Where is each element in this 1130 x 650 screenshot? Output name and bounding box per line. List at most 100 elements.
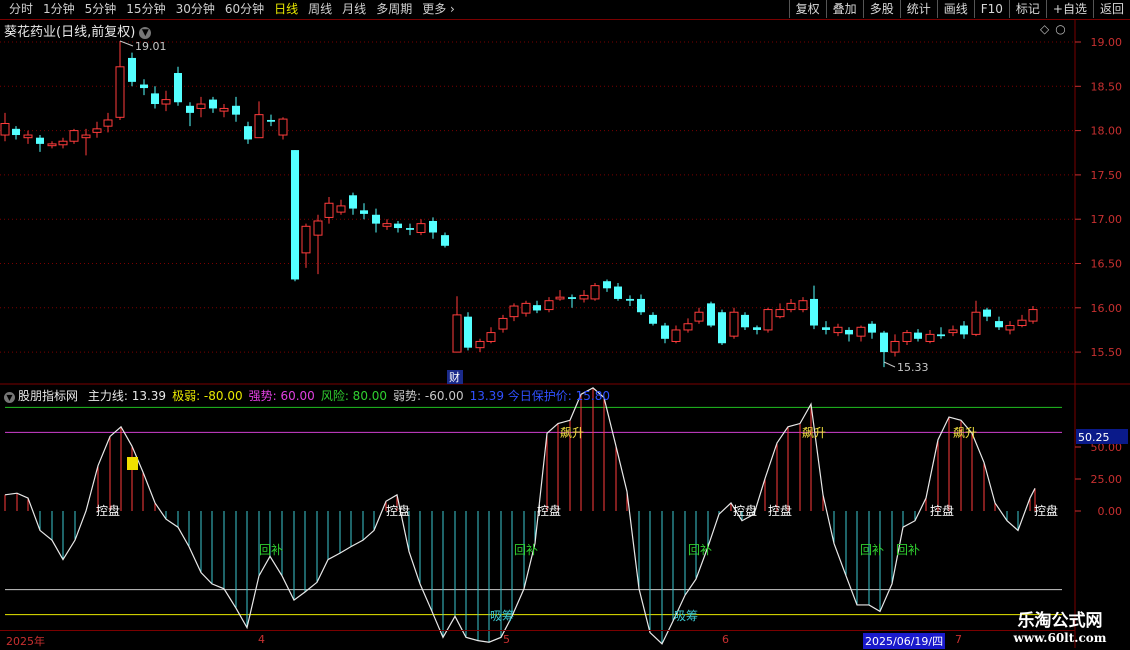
candle-body-down: [140, 84, 148, 89]
candle-body-down: [151, 93, 159, 105]
candle-body-up: [416, 223, 426, 233]
candle-body-up: [694, 311, 704, 322]
candle-body-down: [533, 305, 541, 311]
low-price-pointer: [883, 361, 896, 368]
signal-label: 回补: [896, 543, 920, 557]
candle-body-up: [1017, 319, 1027, 327]
candle-body-down: [232, 105, 240, 115]
candle-body-down: [753, 327, 761, 330]
date-month-7: 7: [955, 633, 962, 646]
candle-body-up: [1028, 309, 1038, 322]
candle-body-up: [833, 326, 843, 334]
date-year: 2025年: [6, 635, 45, 648]
candle-body-down: [429, 220, 437, 233]
ind-tick-label: 0.00: [1098, 505, 1123, 518]
candle-body-up: [486, 332, 496, 342]
candle-body-up: [683, 323, 693, 331]
candle-body-up: [1005, 325, 1015, 331]
watermark: 乐淘公式网 www.60lt.com: [990, 606, 1130, 645]
candle-body-down: [360, 210, 368, 214]
price-tick-label: 18.50: [1091, 80, 1123, 93]
signal-label: 回补: [688, 543, 712, 557]
signal-label: 回补: [860, 543, 884, 557]
signal-label: 回补: [514, 543, 538, 557]
ind-tick-label: 25.00: [1091, 473, 1123, 486]
signal-label: 控盘: [1034, 503, 1058, 518]
signal-label: 飙升: [560, 425, 584, 440]
candle-body-up: [278, 118, 288, 136]
candle-body-down: [349, 195, 357, 209]
candle-body-up: [23, 134, 33, 139]
indicator-value-1: 极弱: -80.00: [172, 389, 243, 403]
candle-body-down: [995, 321, 1003, 328]
indicator-header: ▼ 股朋指标网 主力线: 13.39 极弱: -80.00 强势: 60.00 风险: …: [4, 387, 616, 404]
watermark-title: 乐淘公式网: [1017, 611, 1103, 631]
candle-body-down: [291, 150, 299, 280]
signal-label: 吸筹: [674, 609, 698, 623]
candle-body-up: [47, 143, 57, 147]
signal-label: 吸筹: [490, 609, 514, 623]
candle-body-up: [0, 123, 10, 136]
candle-body-down: [267, 119, 275, 122]
candle-body-down: [36, 137, 44, 144]
candle-body-up: [452, 314, 462, 353]
candle-body-down: [914, 332, 922, 339]
candle-body-down: [937, 334, 945, 337]
price-tick-label: 18.00: [1091, 125, 1123, 138]
candle-body-down: [406, 228, 414, 230]
price-tick-label: 16.00: [1091, 302, 1123, 315]
candle-body-up: [971, 311, 981, 335]
candle-body-up: [336, 205, 346, 213]
candle-body-down: [174, 73, 182, 103]
chevron-down-icon[interactable]: ▼: [4, 392, 15, 403]
candle-body-down: [441, 235, 449, 246]
signal-marker: [127, 457, 138, 470]
candle-body-down: [186, 105, 194, 113]
date-axis: 2025年 4 5 6 7 2025/06/19/四: [0, 630, 1075, 649]
candle-body-up: [763, 309, 773, 331]
indicator-value-4: 弱势: -60.00: [393, 389, 464, 403]
candle-body-up: [890, 340, 900, 353]
kline-chart[interactable]: 19.00 18.50 18.00 17.50 17.00 16.50 16.00 15.50…: [0, 0, 1130, 650]
candle-body-down: [868, 323, 876, 333]
candle-body-up: [671, 329, 681, 342]
candle-body-up: [196, 103, 206, 109]
candle-body-down: [880, 332, 888, 353]
candle-body-up: [579, 294, 589, 300]
candle-body-down: [637, 298, 645, 313]
candle-body-up: [115, 66, 125, 118]
candle-body-down: [209, 99, 217, 109]
candle-body-up: [902, 332, 912, 342]
candle-body-down: [128, 57, 136, 82]
indicator-name: 股朋指标网: [18, 389, 79, 403]
low-price-label: 15.33: [897, 361, 929, 374]
candle-body-down: [12, 128, 20, 136]
candle-body-down: [394, 223, 402, 229]
candle-body-up: [92, 128, 102, 133]
candle-body-up: [81, 134, 91, 139]
signal-label: 控盘: [733, 503, 757, 518]
candle-body-up: [729, 311, 739, 337]
price-tick-label: 17.50: [1091, 169, 1123, 182]
high-price-label: 19.01: [135, 40, 167, 53]
high-price-pointer: [119, 40, 134, 47]
signal-label: 控盘: [768, 503, 792, 518]
candle-body-down: [626, 298, 634, 301]
date-cursor-highlight: 2025/06/19/四: [863, 633, 946, 649]
candle-body-down: [707, 303, 715, 326]
candle-body-up: [219, 107, 229, 112]
candle-body-up: [786, 302, 796, 311]
candle-body-up: [925, 333, 935, 342]
candle-body-up: [590, 285, 600, 300]
indicator-value-2: 强势: 60.00: [248, 389, 315, 403]
candle-body-up: [58, 140, 68, 146]
indicator-value-5: 13.39 今日保护价: 15.80: [469, 389, 610, 403]
signal-label: 控盘: [930, 503, 954, 518]
candle-body-down: [568, 297, 576, 299]
signal-label: 飙升: [802, 425, 826, 440]
candle-body-up: [856, 326, 866, 337]
date-month-5: 5: [503, 633, 510, 646]
candle-body-up: [324, 202, 334, 218]
candle-body-down: [661, 325, 669, 339]
candle-body-up: [313, 220, 323, 236]
